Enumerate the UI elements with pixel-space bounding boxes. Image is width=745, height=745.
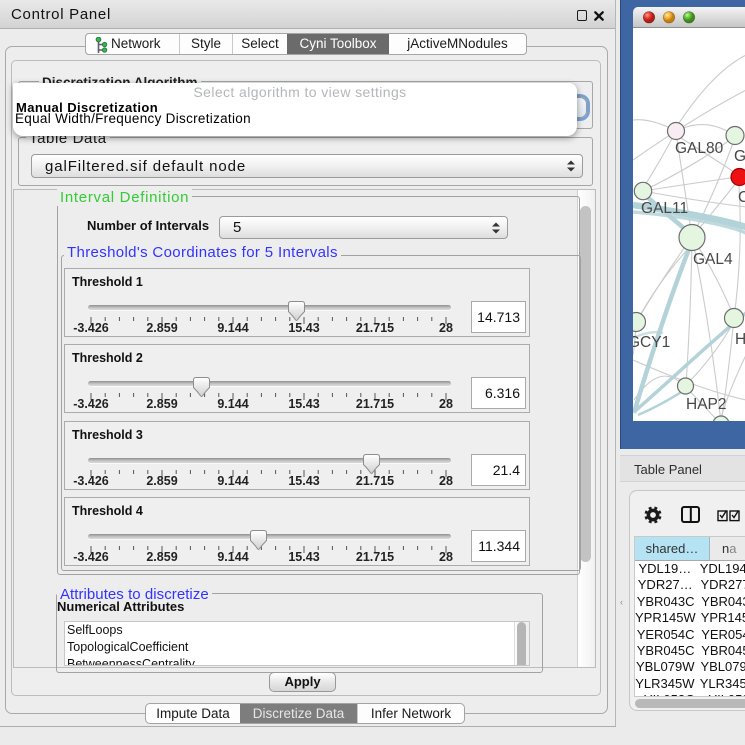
svg-text:GCY1: GCY1 (633, 334, 670, 351)
svg-text:GAL1: GAL1 (734, 148, 745, 165)
svg-text:GAL11: GAL11 (641, 200, 688, 217)
svg-text:GAL4: GAL4 (693, 251, 733, 268)
svg-text:C: C (738, 189, 745, 206)
svg-text:HAP2: HAP2 (686, 396, 727, 413)
svg-text:GAL80: GAL80 (675, 140, 724, 157)
svg-text:HIS: HIS (735, 331, 745, 348)
